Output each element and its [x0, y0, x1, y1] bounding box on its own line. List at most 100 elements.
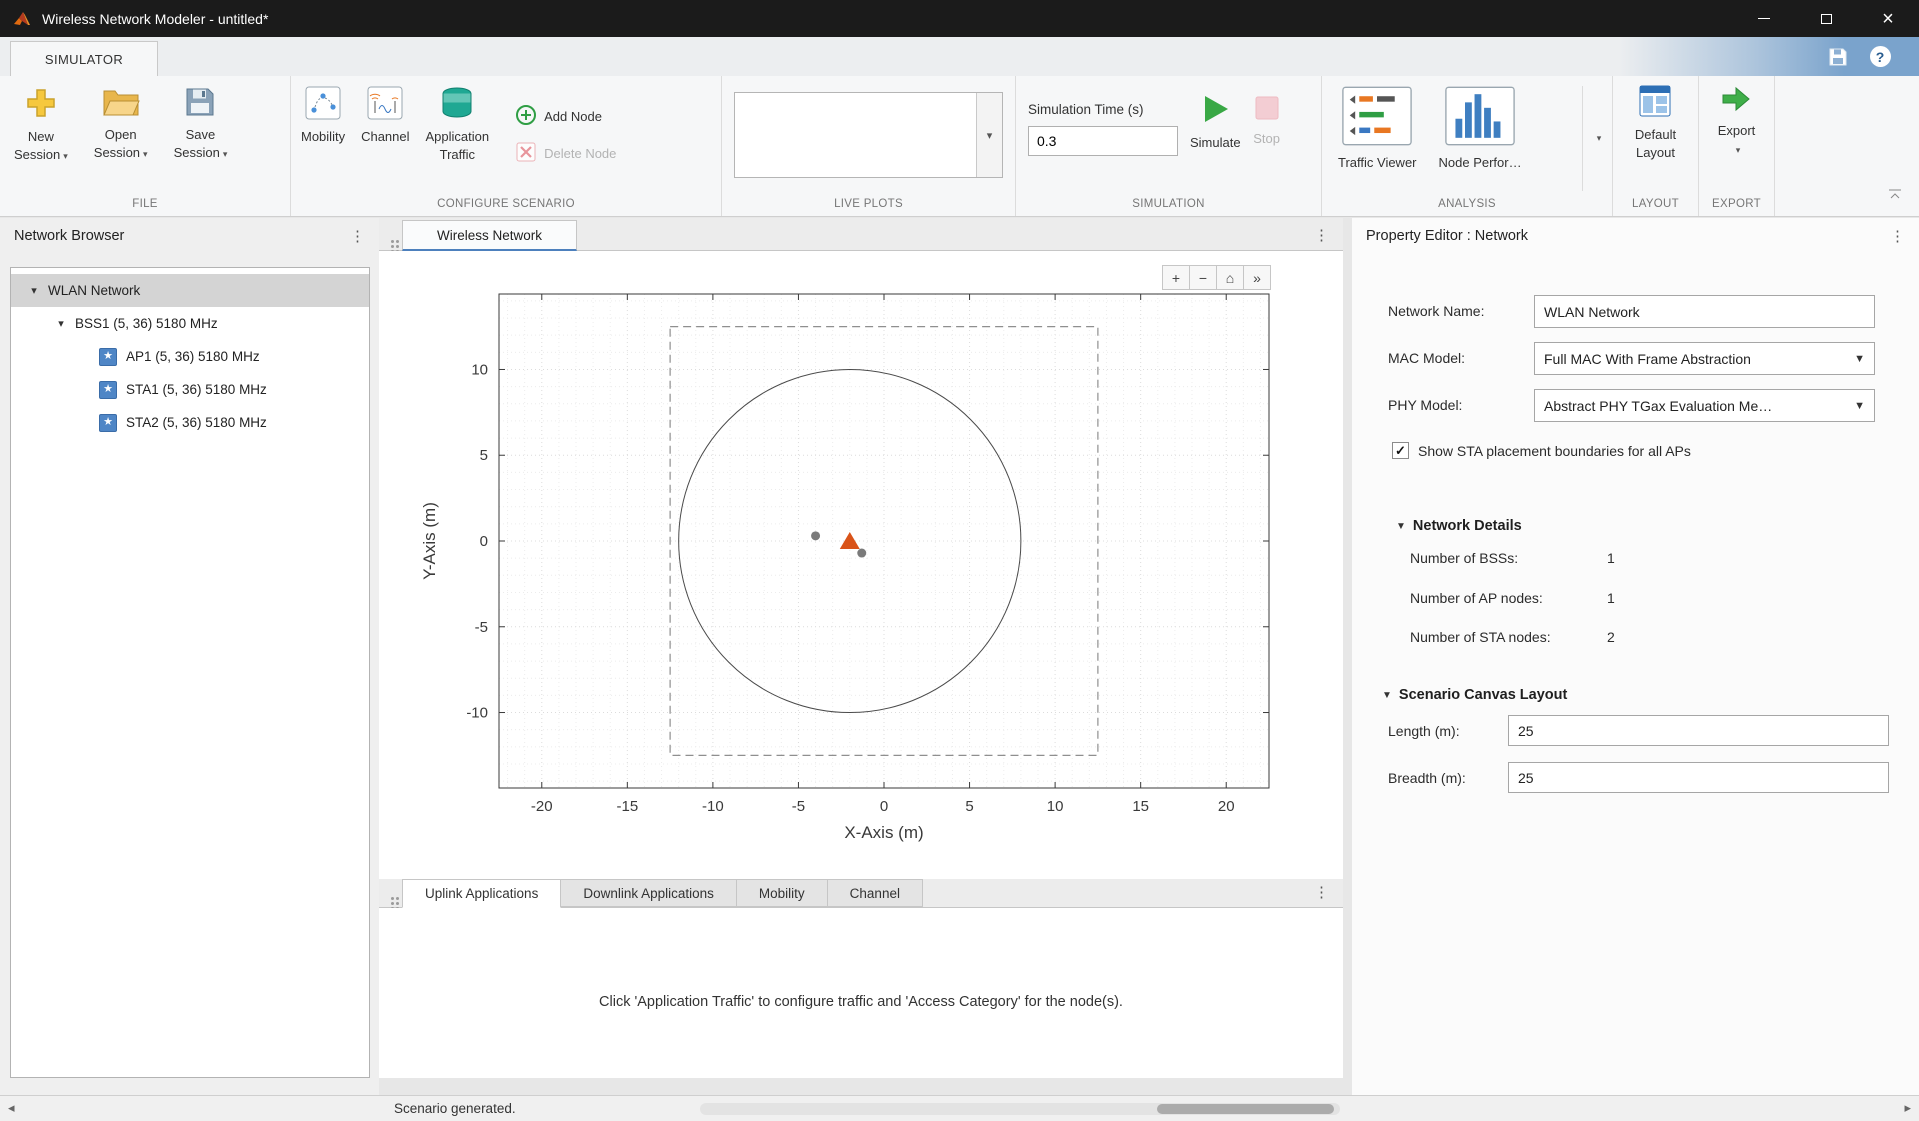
num-sta-label: Number of STA nodes: [1410, 629, 1551, 645]
tab-mobility[interactable]: Mobility [736, 879, 828, 907]
collapse-arrow-icon: ▼ [1382, 690, 1392, 701]
tree-item-ap1[interactable]: ★ AP1 (5, 36) 5180 MHz [11, 340, 369, 373]
add-node-button[interactable]: Add Node [515, 104, 616, 129]
mobility-button[interactable]: Mobility [301, 78, 345, 191]
save-session-button[interactable]: SaveSession▾ [174, 78, 228, 191]
svg-text:-5: -5 [792, 798, 805, 815]
ribbon-filler [1775, 76, 1919, 216]
live-plots-dropdown[interactable]: ▾ [734, 92, 1003, 178]
ribbon-section-live-plots: ▾ LIVE PLOTS [722, 76, 1016, 216]
scroll-left-icon[interactable]: ◂ [8, 1100, 15, 1116]
channel-button[interactable]: Channel [361, 78, 409, 191]
expand-toolbar-button[interactable]: » [1243, 265, 1271, 290]
plot-toolbar: + − ⌂ » [1163, 265, 1271, 290]
maximize-button[interactable] [1795, 0, 1857, 37]
quick-access-toolbar: ? [1619, 37, 1919, 76]
collapse-arrow-icon[interactable]: ▾ [54, 317, 68, 330]
quick-save-button[interactable] [1825, 44, 1851, 70]
window-controls: × [1733, 0, 1919, 37]
tab-downlink-applications[interactable]: Downlink Applications [560, 879, 737, 907]
panel-menu-icon[interactable]: ⋮ [1314, 883, 1329, 901]
network-name-input[interactable] [1544, 304, 1865, 320]
default-layout-button[interactable]: DefaultLayout [1635, 76, 1676, 191]
network-browser-title: Network Browser [14, 228, 124, 244]
scenario-canvas-panel: Wireless Network ⋮ -20-15-10-505101520-1… [379, 218, 1343, 1078]
dropdown-arrow-icon: ▾ [63, 151, 68, 161]
phy-model-label: PHY Model: [1388, 397, 1462, 413]
tree-item-bss1[interactable]: ▾ BSS1 (5, 36) 5180 MHz [11, 307, 369, 340]
traffic-viewer-button[interactable]: Traffic Viewer [1338, 86, 1417, 191]
panel-menu-icon[interactable]: ⋮ [1314, 226, 1329, 244]
num-ap-label: Number of AP nodes: [1410, 590, 1543, 606]
tab-uplink-applications[interactable]: Uplink Applications [402, 879, 561, 908]
length-field[interactable] [1508, 715, 1889, 746]
phy-model-value: Abstract PHY TGax Evaluation Me… [1544, 398, 1772, 414]
maximize-icon [1821, 14, 1832, 24]
collapse-ribbon-button[interactable] [1886, 187, 1904, 201]
simulation-time-input[interactable] [1028, 126, 1178, 156]
panel-menu-icon[interactable]: ⋮ [350, 227, 365, 245]
phy-model-dropdown[interactable]: Abstract PHY TGax Evaluation Me… ▼ [1534, 389, 1875, 422]
open-session-icon [102, 86, 140, 121]
zoom-out-button[interactable]: − [1189, 265, 1217, 290]
zoom-in-button[interactable]: + [1162, 265, 1190, 290]
help-button[interactable]: ? [1867, 44, 1893, 70]
svg-text:-10: -10 [702, 798, 724, 815]
svg-text:X-Axis (m): X-Axis (m) [844, 823, 923, 842]
horizontal-scrollbar[interactable] [700, 1103, 1340, 1115]
svg-text:0: 0 [480, 533, 488, 550]
tree-item-label: AP1 (5, 36) 5180 MHz [126, 349, 260, 364]
drag-grip-icon[interactable] [391, 897, 394, 900]
mac-model-label: MAC Model: [1388, 350, 1465, 366]
dropdown-arrow-icon: ▾ [1736, 145, 1741, 155]
plot-panel: -20-15-10-505101520-10-50510X-Axis (m)Y-… [379, 251, 1343, 879]
panel-menu-icon[interactable]: ⋮ [1890, 227, 1905, 245]
network-name-label: Network Name: [1388, 303, 1484, 319]
stop-button[interactable]: Stop [1253, 76, 1281, 191]
tab-channel[interactable]: Channel [827, 879, 923, 907]
analysis-gallery-dropdown[interactable]: ▾ [1582, 86, 1612, 191]
export-button[interactable]: Export▾ [1718, 76, 1756, 191]
tree-item-wlan-network[interactable]: ▾ WLAN Network [11, 274, 369, 307]
scroll-right-icon[interactable]: ▸ [1904, 1100, 1911, 1116]
delete-node-button[interactable]: Delete Node [515, 141, 616, 166]
minimize-button[interactable] [1733, 0, 1795, 37]
combo-arrow-icon[interactable]: ▾ [976, 93, 1002, 177]
network-details-section[interactable]: ▼Network Details [1396, 518, 1522, 534]
tab-simulator[interactable]: SIMULATOR [10, 41, 158, 76]
network-plot[interactable]: -20-15-10-505101520-10-50510X-Axis (m)Y-… [379, 251, 1343, 861]
tree-item-sta2[interactable]: ★ STA2 (5, 36) 5180 MHz [11, 406, 369, 439]
scrollbar-thumb[interactable] [1157, 1104, 1334, 1114]
drag-grip-icon[interactable] [391, 240, 394, 243]
simulate-button[interactable]: Simulate [1190, 76, 1241, 191]
canvas-tabbar: Wireless Network ⋮ [379, 218, 1343, 251]
breadth-input[interactable] [1518, 770, 1879, 786]
scenario-canvas-layout-section[interactable]: ▼Scenario Canvas Layout [1382, 687, 1567, 703]
application-traffic-button[interactable]: ApplicationTraffic [426, 78, 490, 191]
length-input[interactable] [1518, 723, 1879, 739]
open-session-button[interactable]: OpenSession▾ [94, 78, 148, 191]
section-label-configure-scenario: CONFIGURE SCENARIO [291, 191, 721, 216]
property-editor-header: Property Editor : Network ⋮ [1352, 218, 1919, 254]
tab-wireless-network[interactable]: Wireless Network [402, 220, 577, 251]
network-browser-panel: Network Browser ⋮ ▾ WLAN Network ▾ BSS1 … [0, 218, 379, 1095]
tree-item-sta1[interactable]: ★ STA1 (5, 36) 5180 MHz [11, 373, 369, 406]
close-button[interactable]: × [1857, 0, 1919, 37]
node-star-icon: ★ [99, 414, 117, 432]
help-icon: ? [1870, 46, 1891, 67]
new-session-button[interactable]: NewSession▾ [14, 78, 68, 191]
num-sta-value: 2 [1607, 629, 1615, 645]
node-star-icon: ★ [99, 381, 117, 399]
svg-text:-5: -5 [475, 619, 488, 636]
breadth-field[interactable] [1508, 762, 1889, 793]
property-editor-body: Network Name: MAC Model: Full MAC With F… [1352, 254, 1919, 1095]
svg-text:10: 10 [471, 361, 488, 378]
show-sta-boundaries-checkbox[interactable]: ✓ [1392, 442, 1409, 459]
add-node-icon [515, 104, 537, 129]
mac-model-dropdown[interactable]: Full MAC With Frame Abstraction ▼ [1534, 342, 1875, 375]
network-name-field[interactable] [1534, 295, 1875, 328]
home-button[interactable]: ⌂ [1216, 265, 1244, 290]
collapse-arrow-icon[interactable]: ▾ [27, 284, 41, 297]
tree-item-label: STA1 (5, 36) 5180 MHz [126, 382, 267, 397]
node-performance-button[interactable]: Node Perfor… [1439, 86, 1522, 191]
